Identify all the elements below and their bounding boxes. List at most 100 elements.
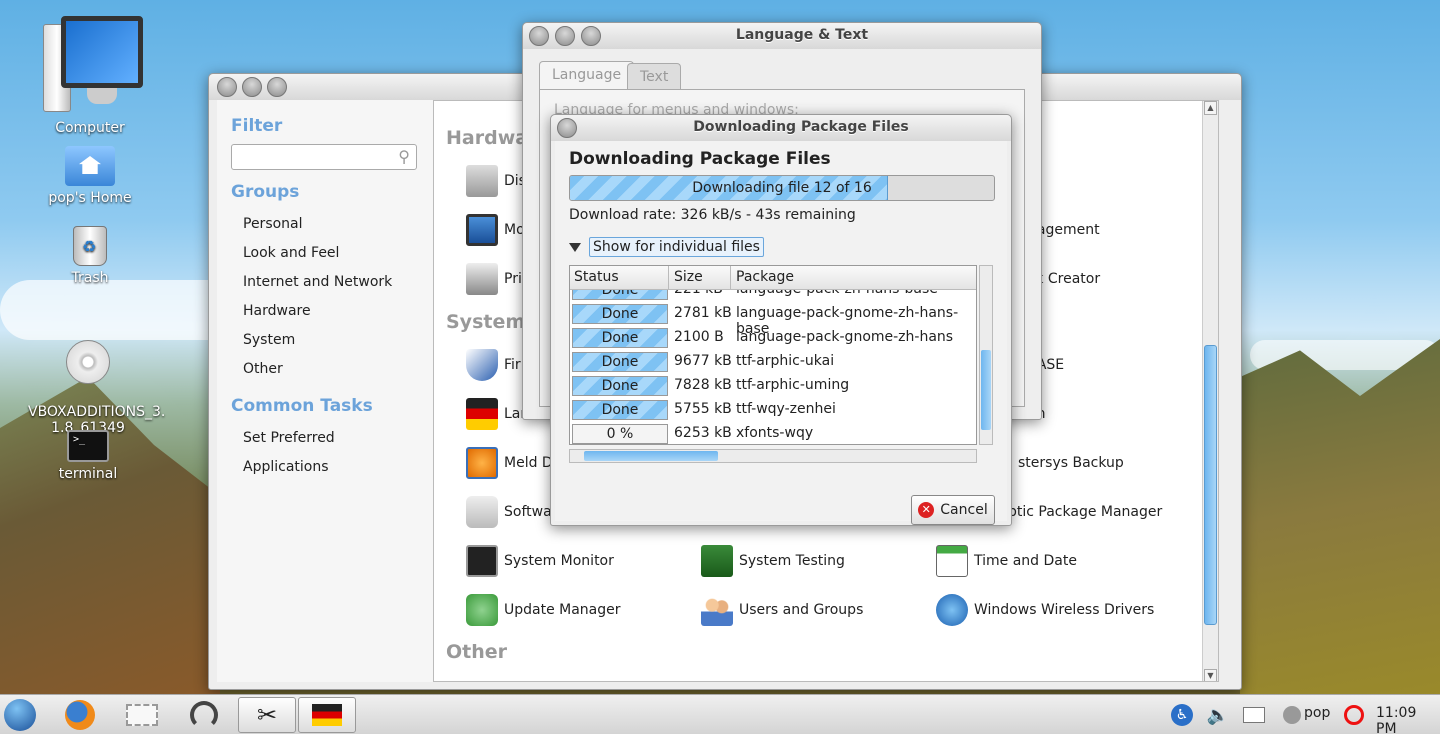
desktop-icon-computer[interactable]: Computer — [30, 16, 150, 136]
column-size[interactable]: Size — [674, 269, 703, 285]
audio-launcher[interactable] — [184, 697, 224, 733]
task-set-preferred-applications[interactable]: Set Preferred Applications — [243, 424, 419, 475]
taskbar-language[interactable] — [298, 697, 356, 733]
scroll-down-icon[interactable]: ▼ — [1204, 669, 1217, 681]
tab-language[interactable]: Language — [539, 61, 635, 89]
cancel-button[interactable]: ✕ Cancel — [911, 495, 995, 525]
app-software[interactable]: Softwa — [466, 492, 552, 532]
file-status: Done — [572, 400, 668, 420]
column-package[interactable]: Package — [736, 269, 794, 285]
scrollbar-thumb[interactable] — [584, 451, 718, 461]
desktop-icon-terminal[interactable]: >_ terminal — [28, 430, 148, 482]
app-users-and-groups[interactable]: Users and Groups — [701, 590, 863, 630]
expander-label: Show for individual files — [589, 237, 764, 257]
group-internet-and-network[interactable]: Internet and Network — [243, 268, 419, 297]
search-icon: ⚲ — [398, 147, 410, 166]
close-button[interactable] — [217, 77, 237, 97]
file-row[interactable]: Done 5755 kB ttf-wqy-zenhei — [570, 398, 976, 422]
dialog-heading: Downloading Package Files — [569, 149, 831, 169]
app-language[interactable]: Lan — [466, 394, 529, 434]
file-row[interactable]: Done 7828 kB ttf-arphic-uming — [570, 374, 976, 398]
status-icon — [1283, 706, 1301, 724]
scroll-up-icon[interactable]: ▲ — [1204, 101, 1217, 115]
progress-bar: Downloading file 12 of 16 — [569, 175, 995, 201]
vertical-scrollbar[interactable]: ▲ ▼ — [1202, 101, 1218, 681]
app-meld[interactable]: Meld D — [466, 443, 553, 483]
accessibility-icon: ♿ — [1171, 704, 1193, 726]
category-hardware: Hardwa — [446, 127, 529, 149]
app-monitors[interactable]: Mo — [466, 210, 525, 250]
app-windows-wireless-drivers[interactable]: Windows Wireless Drivers — [936, 590, 1154, 630]
app-system-monitor[interactable]: System Monitor — [466, 541, 614, 581]
search-input[interactable]: ⚲ — [231, 144, 417, 170]
envelope-icon — [1243, 707, 1265, 723]
title-bar[interactable]: Language & Text — [523, 23, 1041, 49]
taskbar-control-center[interactable]: ✂ — [238, 697, 296, 733]
file-package: xfonts-wqy — [736, 425, 814, 441]
app-mastersys-backup[interactable]: stersys Backup — [1018, 443, 1124, 483]
calendar-icon — [936, 545, 968, 577]
computer-icon — [35, 16, 145, 116]
app-synaptic-package-manager[interactable]: ptic Package Manager — [1008, 492, 1162, 532]
volume-icon: 🔈 — [1206, 704, 1230, 726]
group-other[interactable]: Other — [243, 355, 419, 384]
tasks-list: Set Preferred Applications — [231, 424, 419, 475]
file-list-horizontal-scrollbar[interactable] — [569, 449, 977, 463]
meld-icon — [466, 447, 498, 479]
desktop-icon-home[interactable]: pop's Home — [30, 146, 150, 206]
close-button[interactable] — [557, 118, 577, 138]
accessibility-tray[interactable]: ♿ — [1162, 697, 1202, 733]
dialog-body: Downloading Package Files Downloading fi… — [555, 141, 1007, 525]
file-row[interactable]: 0 % 6253 kB xfonts-wqy — [570, 422, 976, 444]
file-list-vertical-scrollbar[interactable] — [979, 265, 993, 445]
menu-orb-icon — [4, 699, 36, 731]
file-row[interactable]: Done 9677 kB ttf-arphic-ukai — [570, 350, 976, 374]
file-row[interactable]: Done 2781 kB language-pack-gnome-zh-hans-b… — [570, 302, 976, 337]
window-title: Downloading Package Files — [693, 119, 909, 135]
app-printing[interactable]: Pri — [466, 259, 522, 299]
firefox-icon — [65, 700, 95, 730]
desktop-icon-trash[interactable]: Trash — [30, 226, 150, 286]
window-title: Language & Text — [735, 27, 869, 43]
group-personal[interactable]: Personal — [243, 210, 419, 239]
cancel-icon: ✕ — [918, 502, 935, 518]
file-status: Done — [572, 376, 668, 396]
app-firewall[interactable]: Fir — [466, 345, 521, 385]
tools-icon: ✂ — [256, 701, 278, 729]
file-package: language-pack-gnome-zh-hans — [736, 329, 954, 345]
terminal-icon: >_ — [67, 430, 109, 462]
file-size: 7828 kB — [674, 377, 732, 393]
file-package: ttf-arphic-ukai — [736, 353, 835, 369]
title-bar[interactable]: Downloading Package Files — [551, 115, 1011, 141]
firefox-launcher[interactable] — [60, 697, 100, 733]
shutdown-button[interactable] — [1334, 697, 1374, 733]
app-time-and-date[interactable]: Time and Date — [936, 541, 1077, 581]
app-disks[interactable]: Dis — [466, 161, 526, 201]
column-status[interactable]: Status — [574, 269, 619, 285]
file-status: 0 % — [572, 424, 668, 444]
printer-icon — [466, 263, 498, 295]
volume-tray[interactable]: 🔈 — [1198, 697, 1238, 733]
file-row[interactable]: Done 2100 B language-pack-gnome-zh-hans — [570, 326, 976, 350]
file-status: Done — [572, 352, 668, 372]
app-update-manager[interactable]: Update Manager — [466, 590, 621, 630]
main-menu-button[interactable] — [0, 697, 40, 733]
cancel-label: Cancel — [940, 502, 988, 518]
scrollbar-thumb[interactable] — [981, 350, 991, 430]
power-icon — [1344, 705, 1364, 725]
mail-launcher[interactable] — [122, 697, 162, 733]
minimize-button[interactable] — [242, 77, 262, 97]
file-size: 6253 kB — [674, 425, 732, 441]
headphones-icon — [190, 701, 218, 729]
clock[interactable]: 11:09 PM — [1376, 705, 1440, 734]
individual-files-expander[interactable]: Show for individual files — [569, 235, 764, 259]
tab-text[interactable]: Text — [627, 63, 682, 89]
app-system-testing[interactable]: System Testing — [701, 541, 845, 581]
group-look-and-feel[interactable]: Look and Feel — [243, 239, 419, 268]
scrollbar-thumb[interactable] — [1204, 345, 1217, 625]
mail-tray[interactable] — [1234, 697, 1274, 733]
maximize-button[interactable] — [267, 77, 287, 97]
group-hardware[interactable]: Hardware — [243, 297, 419, 326]
close-button[interactable] — [529, 26, 549, 46]
group-system[interactable]: System — [243, 326, 419, 355]
